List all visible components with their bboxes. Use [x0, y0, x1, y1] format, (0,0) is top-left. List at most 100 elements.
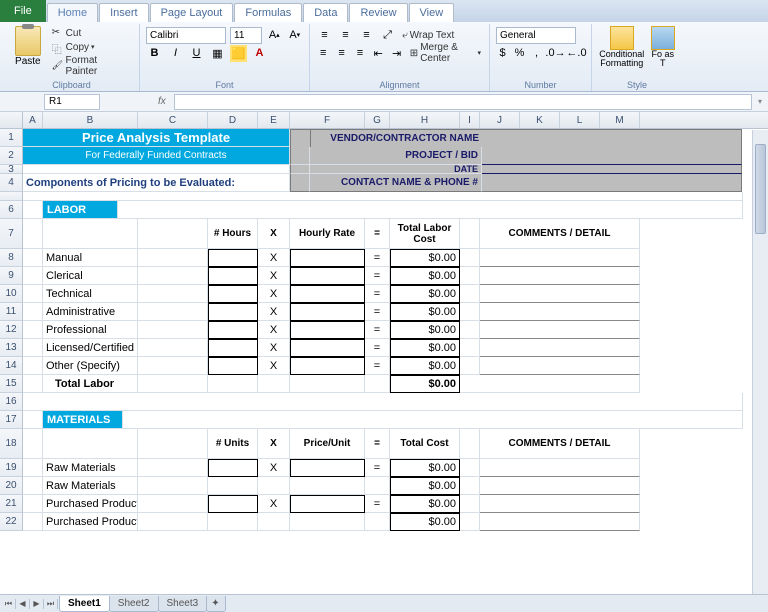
cell[interactable]: [290, 129, 310, 147]
equals-cell[interactable]: =: [365, 303, 390, 321]
labor-cost-cell[interactable]: $0.00: [390, 249, 460, 267]
material-cost-cell[interactable]: $0.00: [390, 513, 460, 531]
tab-home[interactable]: Home: [47, 3, 98, 22]
equals-cell[interactable]: [365, 477, 390, 495]
bold-button[interactable]: B: [146, 45, 163, 62]
cell[interactable]: [138, 249, 208, 267]
tab-view[interactable]: View: [409, 3, 455, 22]
cell[interactable]: [138, 267, 208, 285]
conditional-formatting-button[interactable]: Conditional Formatting: [598, 26, 646, 78]
cell[interactable]: [138, 285, 208, 303]
cell[interactable]: [23, 249, 43, 267]
labor-row-label[interactable]: Clerical: [43, 267, 138, 285]
units-input[interactable]: [208, 513, 258, 531]
comment-input[interactable]: [480, 477, 640, 495]
material-row-label[interactable]: Raw Materials: [43, 459, 138, 477]
cell[interactable]: [138, 303, 208, 321]
equals-cell[interactable]: =: [365, 285, 390, 303]
new-sheet-button[interactable]: ✦: [206, 596, 226, 612]
row-header[interactable]: 11: [0, 303, 23, 321]
comment-input[interactable]: [480, 249, 640, 267]
material-row-label[interactable]: Purchased Product: [43, 513, 138, 531]
cell[interactable]: [460, 249, 480, 267]
labor-row-label[interactable]: Administrative: [43, 303, 138, 321]
cell[interactable]: [138, 495, 208, 513]
cell[interactable]: [290, 147, 310, 165]
row-header[interactable]: 14: [0, 357, 23, 375]
labor-section-header[interactable]: LABOR: [43, 201, 118, 219]
total-labor-value[interactable]: $0.00: [390, 375, 460, 393]
x-cell[interactable]: [258, 477, 290, 495]
rate-input[interactable]: [290, 303, 365, 321]
units-header[interactable]: # Units: [208, 429, 258, 459]
row-header[interactable]: [0, 192, 23, 201]
row-header[interactable]: 21: [0, 495, 23, 513]
components-heading[interactable]: Components of Pricing to be Evaluated:: [23, 174, 290, 192]
labor-cost-cell[interactable]: $0.00: [390, 339, 460, 357]
font-name-select[interactable]: [146, 27, 226, 44]
labor-row-label[interactable]: Technical: [43, 285, 138, 303]
cell[interactable]: [23, 219, 43, 249]
col-header[interactable]: L: [560, 112, 600, 128]
cell[interactable]: [138, 339, 208, 357]
col-header[interactable]: I: [460, 112, 480, 128]
x-cell[interactable]: X: [258, 321, 290, 339]
rate-input[interactable]: [290, 267, 365, 285]
increase-font-button[interactable]: A▴: [266, 27, 283, 44]
cell[interactable]: [290, 375, 365, 393]
labor-cost-cell[interactable]: $0.00: [390, 285, 460, 303]
cell[interactable]: [23, 429, 43, 459]
equals-cell[interactable]: [365, 513, 390, 531]
cell[interactable]: [23, 201, 43, 219]
cell[interactable]: [460, 495, 480, 513]
equals-cell[interactable]: =: [365, 339, 390, 357]
formula-bar[interactable]: [174, 94, 752, 110]
cell[interactable]: [290, 174, 310, 192]
price-unit-header[interactable]: Price/Unit: [290, 429, 365, 459]
decrease-decimal-button[interactable]: ←.0: [568, 45, 585, 62]
price-input[interactable]: [290, 495, 365, 513]
x-cell[interactable]: [258, 513, 290, 531]
comments-header[interactable]: COMMENTS / DETAIL: [480, 219, 640, 249]
font-color-button[interactable]: A: [251, 45, 268, 62]
title-cell[interactable]: Price Analysis Template: [23, 129, 290, 147]
percent-button[interactable]: %: [513, 45, 526, 62]
tab-file[interactable]: File: [0, 0, 46, 22]
cell[interactable]: [138, 513, 208, 531]
price-input[interactable]: [290, 513, 365, 531]
align-top-button[interactable]: ≡: [316, 27, 333, 44]
cell[interactable]: [118, 201, 743, 219]
cell[interactable]: [365, 375, 390, 393]
rate-input[interactable]: [290, 285, 365, 303]
cell[interactable]: [138, 375, 208, 393]
comment-input[interactable]: [480, 339, 640, 357]
material-cost-cell[interactable]: $0.00: [390, 495, 460, 513]
vertical-scrollbar[interactable]: [752, 130, 768, 594]
tab-insert[interactable]: Insert: [99, 3, 149, 22]
cell[interactable]: [460, 339, 480, 357]
cell[interactable]: [23, 165, 290, 174]
x-cell[interactable]: X: [258, 339, 290, 357]
row-header[interactable]: 22: [0, 513, 23, 531]
sheet-tab-2[interactable]: Sheet2: [109, 596, 159, 612]
cell[interactable]: [460, 429, 480, 459]
col-header[interactable]: B: [43, 112, 138, 128]
underline-button[interactable]: U: [188, 45, 205, 62]
rate-input[interactable]: [290, 339, 365, 357]
cell[interactable]: [460, 267, 480, 285]
comment-input[interactable]: [480, 459, 640, 477]
row-header[interactable]: 20: [0, 477, 23, 495]
contact-label[interactable]: CONTACT NAME & PHONE #: [310, 174, 482, 192]
row-header[interactable]: 3: [0, 165, 23, 174]
cell[interactable]: [460, 219, 480, 249]
comment-input[interactable]: [480, 267, 640, 285]
row-header[interactable]: 15: [0, 375, 23, 393]
format-painter-button[interactable]: Format Painter: [50, 54, 133, 78]
fx-icon[interactable]: fx: [150, 96, 174, 107]
project-bid-input[interactable]: [482, 147, 742, 165]
font-size-select[interactable]: [230, 27, 262, 44]
units-input[interactable]: [208, 459, 258, 477]
equals-cell[interactable]: =: [365, 321, 390, 339]
x-cell[interactable]: X: [258, 303, 290, 321]
units-input[interactable]: [208, 495, 258, 513]
